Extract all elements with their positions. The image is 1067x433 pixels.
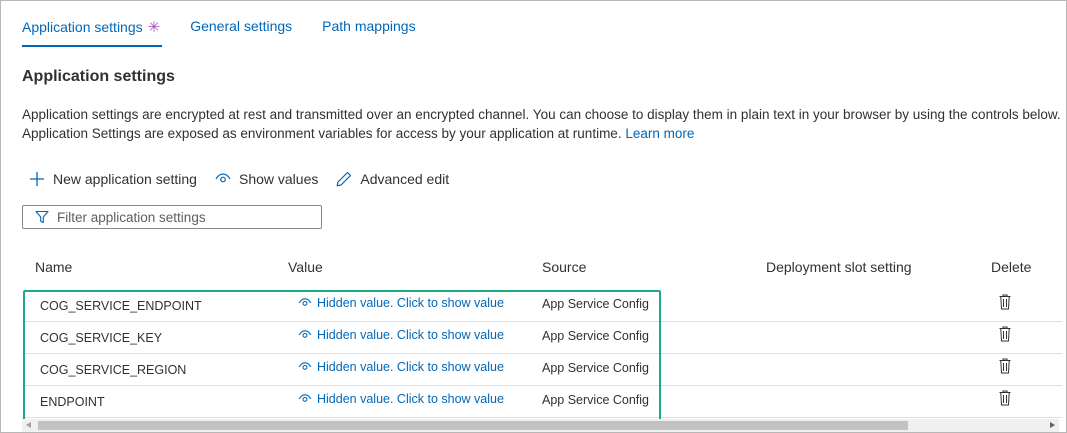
hidden-value-link[interactable]: Hidden value. Click to show value (298, 296, 504, 310)
app-settings-panel: Application settings ✳ General settings P… (0, 0, 1067, 433)
trash-icon (999, 326, 1011, 342)
delete-button[interactable] (999, 390, 1011, 409)
setting-source: App Service Config (542, 297, 650, 311)
learn-more-link[interactable]: Learn more (625, 126, 694, 141)
column-header-delete: Delete (991, 259, 1032, 275)
eye-icon (298, 330, 312, 338)
filter-icon (35, 210, 49, 224)
table-row[interactable]: ENDPOINT Hidden value. Click to show val… (22, 386, 1062, 418)
hidden-value-text: Hidden value. Click to show value (317, 360, 504, 374)
table-row[interactable]: COG_SERVICE_KEY Hidden value. Click to s… (22, 322, 1062, 354)
hidden-value-text: Hidden value. Click to show value (317, 296, 504, 310)
tab-general-settings[interactable]: General settings (190, 1, 292, 49)
setting-name: COG_SERVICE_ENDPOINT (40, 299, 202, 313)
eye-icon (298, 298, 312, 306)
eye-icon (298, 362, 312, 370)
description-text: Application settings are encrypted at re… (22, 107, 1061, 141)
hidden-value-text: Hidden value. Click to show value (317, 392, 504, 406)
scroll-left-icon[interactable] (26, 422, 31, 428)
setting-name: COG_SERVICE_REGION (40, 363, 187, 377)
trash-icon (999, 358, 1011, 374)
horizontal-scrollbar[interactable] (22, 419, 1059, 432)
trash-icon (999, 390, 1011, 406)
scroll-right-icon[interactable] (1050, 422, 1055, 428)
delete-button[interactable] (999, 326, 1011, 345)
tab-application-settings[interactable]: Application settings ✳ (22, 1, 163, 49)
section-description: Application settings are encrypted at re… (22, 105, 1062, 143)
setting-name: COG_SERVICE_KEY (40, 331, 163, 345)
tab-path-mappings[interactable]: Path mappings (322, 1, 415, 49)
tab-label: Application settings (22, 19, 143, 35)
column-header-name[interactable]: Name (35, 259, 72, 275)
show-values-button[interactable]: Show values (215, 171, 318, 187)
new-setting-label: New application setting (53, 171, 197, 187)
setting-source: App Service Config (542, 329, 650, 343)
advanced-edit-label: Advanced edit (360, 171, 450, 187)
tab-bar: Application settings ✳ General settings P… (22, 1, 446, 49)
table-row[interactable]: COG_SERVICE_REGION Hidden value. Click t… (22, 354, 1062, 386)
table-header: Name Value Source Deployment slot settin… (22, 253, 1062, 283)
scrollbar-thumb[interactable] (38, 421, 908, 430)
table-row[interactable]: COG_SERVICE_ENDPOINT Hidden value. Click… (22, 290, 1062, 322)
advanced-edit-button[interactable]: Advanced edit (336, 171, 449, 187)
column-header-source[interactable]: Source (542, 259, 586, 275)
toolbar: New application setting Show values Adva… (29, 171, 467, 187)
pencil-icon (336, 171, 352, 187)
hidden-value-link[interactable]: Hidden value. Click to show value (298, 360, 504, 374)
settings-table: COG_SERVICE_ENDPOINT Hidden value. Click… (22, 290, 1062, 418)
plus-icon (30, 172, 44, 186)
setting-source: App Service Config (542, 361, 650, 375)
section-title: Application settings (22, 68, 175, 85)
trash-icon (999, 294, 1011, 310)
eye-icon (215, 173, 231, 183)
eye-icon (298, 394, 312, 402)
setting-source: App Service Config (542, 393, 650, 407)
modified-marker-icon: ✳ (147, 19, 161, 36)
hidden-value-text: Hidden value. Click to show value (317, 328, 504, 342)
setting-name: ENDPOINT (40, 395, 105, 409)
delete-button[interactable] (999, 358, 1011, 377)
delete-button[interactable] (999, 294, 1011, 313)
show-values-label: Show values (238, 171, 319, 187)
hidden-value-link[interactable]: Hidden value. Click to show value (298, 392, 504, 406)
tab-label: General settings (190, 18, 293, 34)
column-header-deployment-slot[interactable]: Deployment slot setting (766, 259, 912, 275)
filter-box (22, 205, 322, 229)
new-application-setting-button[interactable]: New application setting (29, 171, 197, 187)
hidden-value-link[interactable]: Hidden value. Click to show value (298, 328, 504, 342)
tab-label: Path mappings (322, 18, 416, 34)
column-header-value[interactable]: Value (288, 259, 323, 275)
filter-input[interactable] (57, 209, 307, 225)
